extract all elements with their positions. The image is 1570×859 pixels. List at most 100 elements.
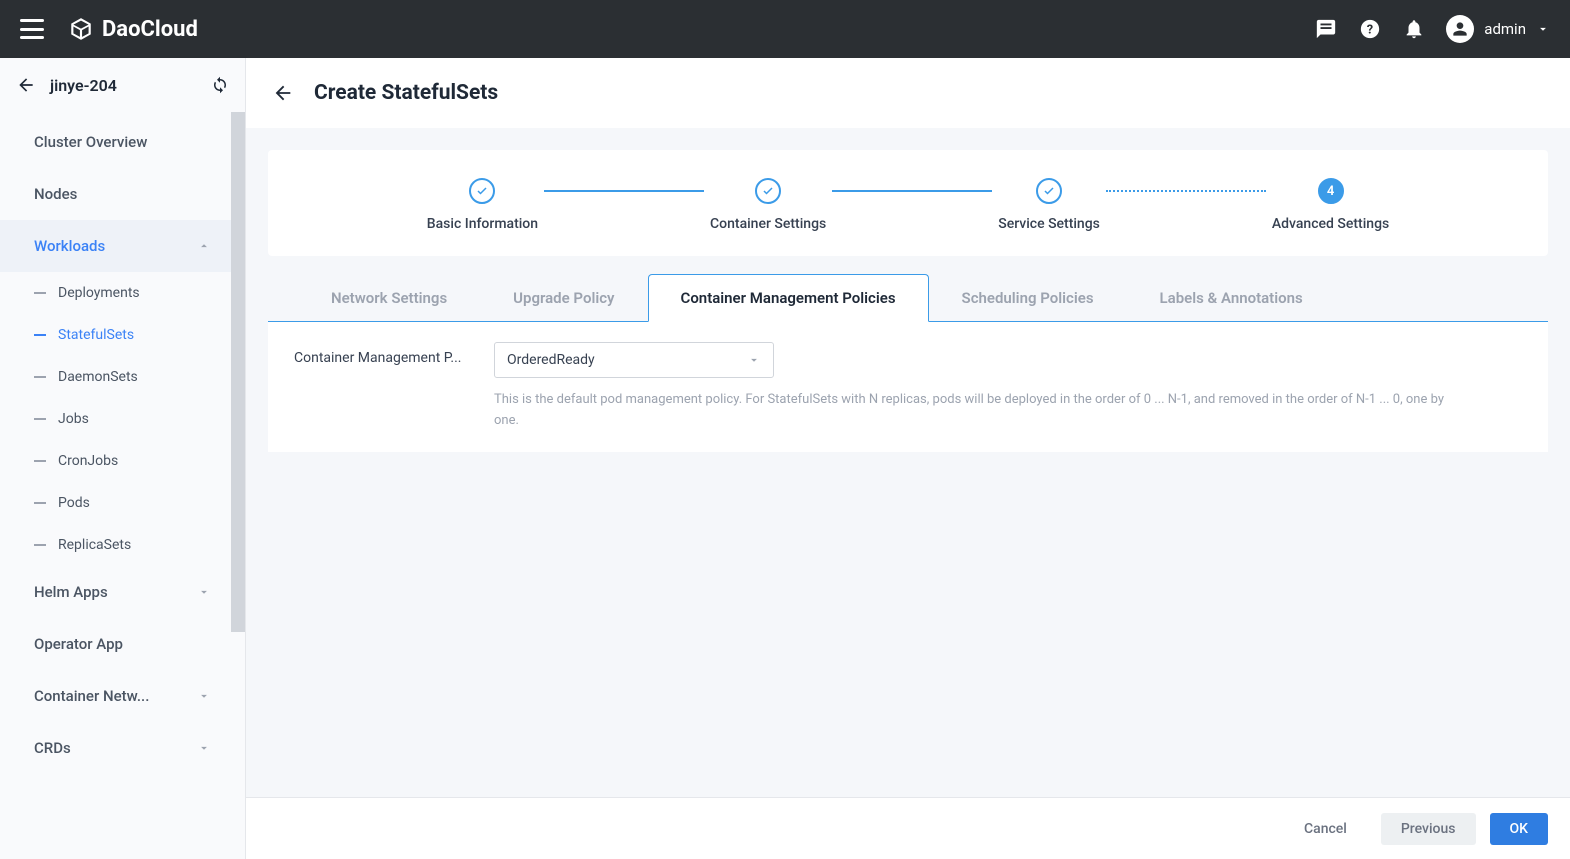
- step-circle-done-icon: [1036, 178, 1062, 204]
- menu-icon[interactable]: [20, 19, 44, 39]
- nav-nodes[interactable]: Nodes: [0, 168, 245, 220]
- step-connector-dotted: [1106, 190, 1266, 192]
- nav-label: Nodes: [34, 185, 77, 203]
- step-connector: [544, 190, 704, 192]
- nav-cronjobs[interactable]: CronJobs: [0, 440, 245, 482]
- nav-sub-label: ReplicaSets: [58, 537, 131, 553]
- tab-network-settings[interactable]: Network Settings: [298, 274, 480, 321]
- nav-replicasets[interactable]: ReplicaSets: [0, 524, 245, 566]
- nav-daemonsets[interactable]: DaemonSets: [0, 356, 245, 398]
- step-connector: [832, 190, 992, 192]
- sidebar: jinye-204 Cluster Overview Nodes Workloa…: [0, 58, 246, 859]
- previous-button[interactable]: Previous: [1381, 813, 1476, 845]
- topbar: DaoCloud ? admin: [0, 0, 1570, 58]
- dash-icon: [34, 292, 46, 294]
- page-header: Create StatefulSets: [246, 58, 1570, 128]
- back-icon[interactable]: [16, 75, 36, 95]
- form-label-policy: Container Management P...: [294, 342, 476, 366]
- chevron-down-icon: [1536, 22, 1550, 36]
- step-label: Service Settings: [998, 216, 1100, 232]
- nav-sub-label: Deployments: [58, 285, 140, 301]
- nav-statefulsets[interactable]: StatefulSets: [0, 314, 245, 356]
- step-advanced-settings[interactable]: 4 Advanced Settings: [1272, 178, 1389, 232]
- nav-cluster-overview[interactable]: Cluster Overview: [0, 116, 245, 168]
- username: admin: [1484, 20, 1526, 38]
- dash-icon: [34, 334, 46, 336]
- chevron-down-icon: [747, 353, 761, 367]
- step-label: Container Settings: [710, 216, 826, 232]
- bell-icon[interactable]: [1402, 17, 1426, 41]
- form-area: Container Management P... OrderedReady T…: [268, 322, 1548, 452]
- nav-operator-app[interactable]: Operator App: [0, 618, 245, 670]
- chevron-up-icon: [197, 239, 211, 253]
- tab-labels-annotations[interactable]: Labels & Annotations: [1127, 274, 1336, 321]
- footer: Cancel Previous OK: [246, 797, 1570, 859]
- step-basic-information[interactable]: Basic Information: [427, 178, 538, 232]
- sidebar-nav: Cluster Overview Nodes Workloads Deploym…: [0, 112, 245, 859]
- dash-icon: [34, 502, 46, 504]
- policy-select[interactable]: OrderedReady: [494, 342, 774, 378]
- topbar-left: DaoCloud: [20, 16, 198, 42]
- help-text: This is the default pod management polic…: [494, 390, 1454, 432]
- scroll-area: Basic Information Container Settings: [246, 128, 1570, 797]
- page-title: Create StatefulSets: [314, 81, 498, 105]
- nav-workloads[interactable]: Workloads: [0, 220, 245, 272]
- nav-crds[interactable]: CRDs: [0, 722, 245, 774]
- nav-sub-label: CronJobs: [58, 453, 118, 469]
- main-layout: jinye-204 Cluster Overview Nodes Workloa…: [0, 58, 1570, 859]
- nav-label: Container Netw...: [34, 687, 149, 705]
- brand-logo[interactable]: DaoCloud: [68, 16, 198, 42]
- nav-label: Helm Apps: [34, 583, 108, 601]
- dash-icon: [34, 460, 46, 462]
- dash-icon: [34, 376, 46, 378]
- tabs: Network Settings Upgrade Policy Containe…: [268, 274, 1548, 322]
- help-icon[interactable]: ?: [1358, 17, 1382, 41]
- step-circle-current: 4: [1318, 178, 1344, 204]
- step-container-settings[interactable]: Container Settings: [710, 178, 826, 232]
- messages-icon[interactable]: [1314, 17, 1338, 41]
- cluster-name: jinye-204: [50, 76, 117, 95]
- dash-icon: [34, 418, 46, 420]
- tab-container-management-policies[interactable]: Container Management Policies: [648, 274, 929, 322]
- svg-text:?: ?: [1367, 23, 1373, 38]
- step-circle-done-icon: [755, 178, 781, 204]
- step-service-settings[interactable]: Service Settings: [998, 178, 1100, 232]
- tab-upgrade-policy[interactable]: Upgrade Policy: [480, 274, 647, 321]
- nav-sub-label: Jobs: [58, 411, 89, 427]
- step-circle-done-icon: [469, 178, 495, 204]
- nav-label: CRDs: [34, 739, 71, 757]
- nav-sub-label: DaemonSets: [58, 369, 138, 385]
- user-menu[interactable]: admin: [1446, 15, 1550, 43]
- nav-label: Cluster Overview: [34, 133, 147, 151]
- nav-label: Operator App: [34, 635, 123, 653]
- nav-helm-apps[interactable]: Helm Apps: [0, 566, 245, 618]
- ok-button[interactable]: OK: [1490, 813, 1549, 845]
- content: Create StatefulSets Basic Information: [246, 58, 1570, 859]
- dash-icon: [34, 544, 46, 546]
- sidebar-scrollbar[interactable]: [231, 112, 245, 632]
- back-icon[interactable]: [272, 82, 294, 104]
- avatar: [1446, 15, 1474, 43]
- tab-scheduling-policies[interactable]: Scheduling Policies: [929, 274, 1127, 321]
- sidebar-header: jinye-204: [0, 58, 245, 112]
- nav-deployments[interactable]: Deployments: [0, 272, 245, 314]
- select-value: OrderedReady: [507, 352, 595, 368]
- stepper: Basic Information Container Settings: [268, 150, 1548, 256]
- refresh-icon[interactable]: [211, 76, 229, 94]
- cancel-button[interactable]: Cancel: [1284, 813, 1367, 845]
- nav-sub-label: Pods: [58, 495, 90, 511]
- nav-sub-label: StatefulSets: [58, 327, 134, 343]
- chevron-down-icon: [197, 585, 211, 599]
- brand-name: DaoCloud: [102, 17, 198, 42]
- nav-label: Workloads: [34, 237, 105, 255]
- step-label: Basic Information: [427, 216, 538, 232]
- nav-pods[interactable]: Pods: [0, 482, 245, 524]
- chevron-down-icon: [197, 741, 211, 755]
- form-row-policy: Container Management P... OrderedReady T…: [294, 342, 1522, 432]
- logo-icon: [68, 16, 94, 42]
- step-label: Advanced Settings: [1272, 216, 1389, 232]
- nav-container-network[interactable]: Container Netw...: [0, 670, 245, 722]
- topbar-right: ? admin: [1314, 15, 1550, 43]
- chevron-down-icon: [197, 689, 211, 703]
- nav-jobs[interactable]: Jobs: [0, 398, 245, 440]
